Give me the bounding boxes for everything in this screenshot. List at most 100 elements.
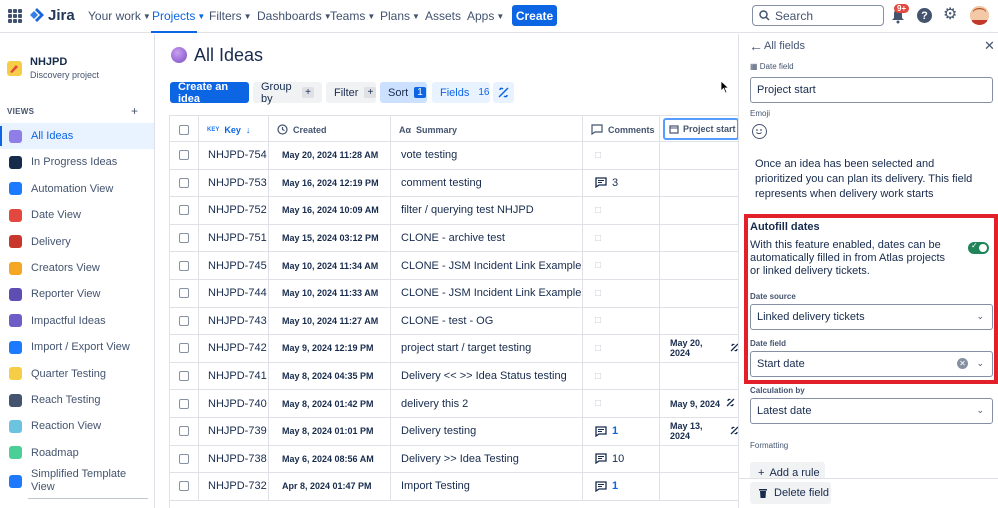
sidebar-view-item[interactable]: Automation View	[0, 176, 154, 202]
help-icon[interactable]: ?	[917, 8, 932, 23]
create-idea-button[interactable]: Create an idea	[170, 81, 249, 105]
nav-projects[interactable]: Projects ▼	[152, 9, 205, 23]
idea-project-start[interactable]	[660, 170, 738, 197]
row-checkbox[interactable]	[170, 197, 199, 224]
add-comment-icon[interactable]: □	[595, 371, 601, 382]
user-avatar[interactable]	[970, 6, 989, 25]
delete-field-button[interactable]: Delete field	[750, 482, 831, 504]
date-source-select[interactable]: Linked delivery tickets ⌄	[750, 304, 993, 330]
row-checkbox[interactable]	[170, 418, 199, 445]
idea-project-start[interactable]	[660, 308, 738, 335]
sidebar-view-item[interactable]: Reporter View	[0, 281, 154, 307]
nav-assets[interactable]: Assets	[425, 9, 461, 23]
table-row[interactable]: NHJPD-743 May 10, 2024 11:27 AM CLONE - te…	[170, 307, 738, 336]
app-switcher-icon[interactable]	[8, 9, 22, 23]
table-row[interactable]: NHJPD-732 Apr 8, 2024 01:47 PM Import Test…	[170, 473, 738, 501]
idea-key[interactable]: NHJPD-744	[199, 280, 269, 307]
table-row[interactable]: NHJPD-754 May 20, 2024 11:28 AM vote testi…	[170, 142, 738, 170]
settings-gear-icon[interactable]: ⚙	[943, 7, 957, 23]
idea-summary[interactable]: CLONE - JSM Incident Link Example	[391, 280, 583, 307]
sidebar-view-item[interactable]: All Ideas	[0, 123, 154, 149]
idea-summary[interactable]: CLONE - archive test	[391, 224, 583, 252]
close-icon[interactable]: ✕	[984, 38, 995, 54]
sidebar-view-item[interactable]: Roadmap	[0, 440, 154, 466]
idea-key[interactable]: NHJPD-739	[199, 418, 269, 445]
idea-key[interactable]: NHJPD-754	[199, 142, 269, 169]
sidebar-view-item[interactable]: Creators View	[0, 255, 154, 281]
nav-plans[interactable]: Plans ▼	[380, 9, 420, 23]
add-comment-icon[interactable]: □	[595, 343, 601, 354]
idea-key[interactable]: NHJPD-732	[199, 473, 269, 500]
select-all-checkbox[interactable]	[170, 116, 199, 143]
row-checkbox[interactable]	[170, 252, 199, 279]
sidebar-view-item[interactable]: Simplified Template View	[0, 466, 154, 496]
idea-summary[interactable]: vote testing	[391, 142, 583, 169]
row-checkbox[interactable]	[170, 390, 199, 417]
column-header-key[interactable]: KEY Key ↓	[199, 116, 269, 143]
row-checkbox[interactable]	[170, 473, 199, 500]
add-view-button[interactable]: +	[131, 104, 138, 118]
table-row[interactable]: NHJPD-742 May 9, 2024 12:19 PM project sta…	[170, 335, 738, 363]
table-row[interactable]: NHJPD-752 May 16, 2024 10:09 AM filter / q…	[170, 197, 738, 225]
add-comment-icon[interactable]: □	[595, 315, 601, 326]
idea-summary[interactable]: CLONE - test - OG	[391, 307, 583, 335]
idea-summary[interactable]: CLONE - JSM Incident Link Example	[391, 252, 583, 279]
nav-teams[interactable]: Teams ▼	[330, 9, 375, 23]
filter-button[interactable]: Filter +	[326, 82, 377, 103]
idea-summary[interactable]: Delivery >> Idea Testing	[391, 445, 583, 473]
column-header-comments[interactable]: Comments	[583, 116, 660, 143]
idea-project-start[interactable]: May 20, 2024	[660, 335, 738, 362]
crystal-ball-icon[interactable]	[171, 47, 187, 63]
idea-key[interactable]: NHJPD-740	[199, 390, 269, 417]
idea-comments[interactable]: 10	[583, 445, 660, 473]
table-row[interactable]: NHJPD-745 May 10, 2024 11:34 AM CLONE - JS…	[170, 252, 738, 280]
idea-comments[interactable]: □	[583, 390, 660, 417]
row-checkbox[interactable]	[170, 335, 199, 362]
idea-comments[interactable]: 3	[583, 169, 660, 197]
idea-project-start[interactable]	[660, 363, 738, 390]
idea-key[interactable]: NHJPD-745	[199, 252, 269, 279]
column-header-created[interactable]: Created	[269, 116, 391, 143]
idea-key[interactable]: NHJPD-743	[199, 307, 269, 335]
idea-project-start[interactable]	[660, 280, 738, 307]
idea-summary[interactable]: Delivery testing	[391, 418, 583, 445]
search-input[interactable]: Search	[752, 5, 884, 26]
column-header-summary[interactable]: Aα Summary	[391, 116, 583, 143]
clear-icon[interactable]: ✕	[957, 358, 968, 369]
row-checkbox[interactable]	[170, 280, 199, 307]
project-name[interactable]: NHJPD	[30, 56, 67, 68]
sidebar-view-item[interactable]: Reach Testing	[0, 387, 154, 413]
idea-project-start[interactable]	[660, 473, 738, 500]
nav-your-work[interactable]: Your work ▼	[88, 9, 151, 23]
add-comment-icon[interactable]: □	[595, 233, 601, 244]
fields-button[interactable]: Fields 16	[432, 82, 490, 103]
add-comment-icon[interactable]: □	[595, 260, 601, 271]
table-row[interactable]: NHJPD-744 May 10, 2024 11:33 AM CLONE - JS…	[170, 280, 738, 308]
sidebar-view-item[interactable]: Impactful Ideas	[0, 308, 154, 334]
table-row[interactable]: NHJPD-753 May 16, 2024 12:19 PM comment te…	[170, 169, 738, 198]
table-row[interactable]: NHJPD-738 May 6, 2024 08:56 AM Delivery >>…	[170, 445, 738, 474]
comment-count[interactable]: 1	[612, 480, 618, 492]
idea-key[interactable]: NHJPD-753	[199, 169, 269, 197]
idea-summary[interactable]: Import Testing	[391, 473, 583, 500]
row-checkbox[interactable]	[170, 362, 199, 390]
emoji-picker-icon[interactable]	[752, 124, 767, 139]
idea-project-start[interactable]	[660, 197, 738, 224]
idea-key[interactable]: NHJPD-738	[199, 445, 269, 473]
column-header-project-start[interactable]: Project start	[663, 118, 738, 140]
idea-key[interactable]: NHJPD-741	[199, 362, 269, 390]
idea-summary[interactable]: comment testing	[391, 169, 583, 197]
panel-title[interactable]: All fields	[764, 40, 805, 52]
comment-count[interactable]: 3	[612, 177, 618, 189]
idea-comments[interactable]: □	[583, 307, 660, 335]
idea-comments[interactable]: □	[583, 362, 660, 390]
idea-project-start[interactable]	[660, 446, 738, 473]
field-name-input[interactable]: Project start	[750, 77, 993, 103]
table-row[interactable]: NHJPD-740 May 8, 2024 01:42 PM delivery th…	[170, 390, 738, 418]
row-checkbox[interactable]	[170, 142, 199, 169]
add-comment-icon[interactable]: □	[595, 150, 601, 161]
calculation-select[interactable]: Latest date ⌄	[750, 398, 993, 424]
idea-comments[interactable]: □	[583, 280, 660, 307]
idea-comments[interactable]: □	[583, 197, 660, 224]
idea-comments[interactable]: □	[583, 142, 660, 169]
